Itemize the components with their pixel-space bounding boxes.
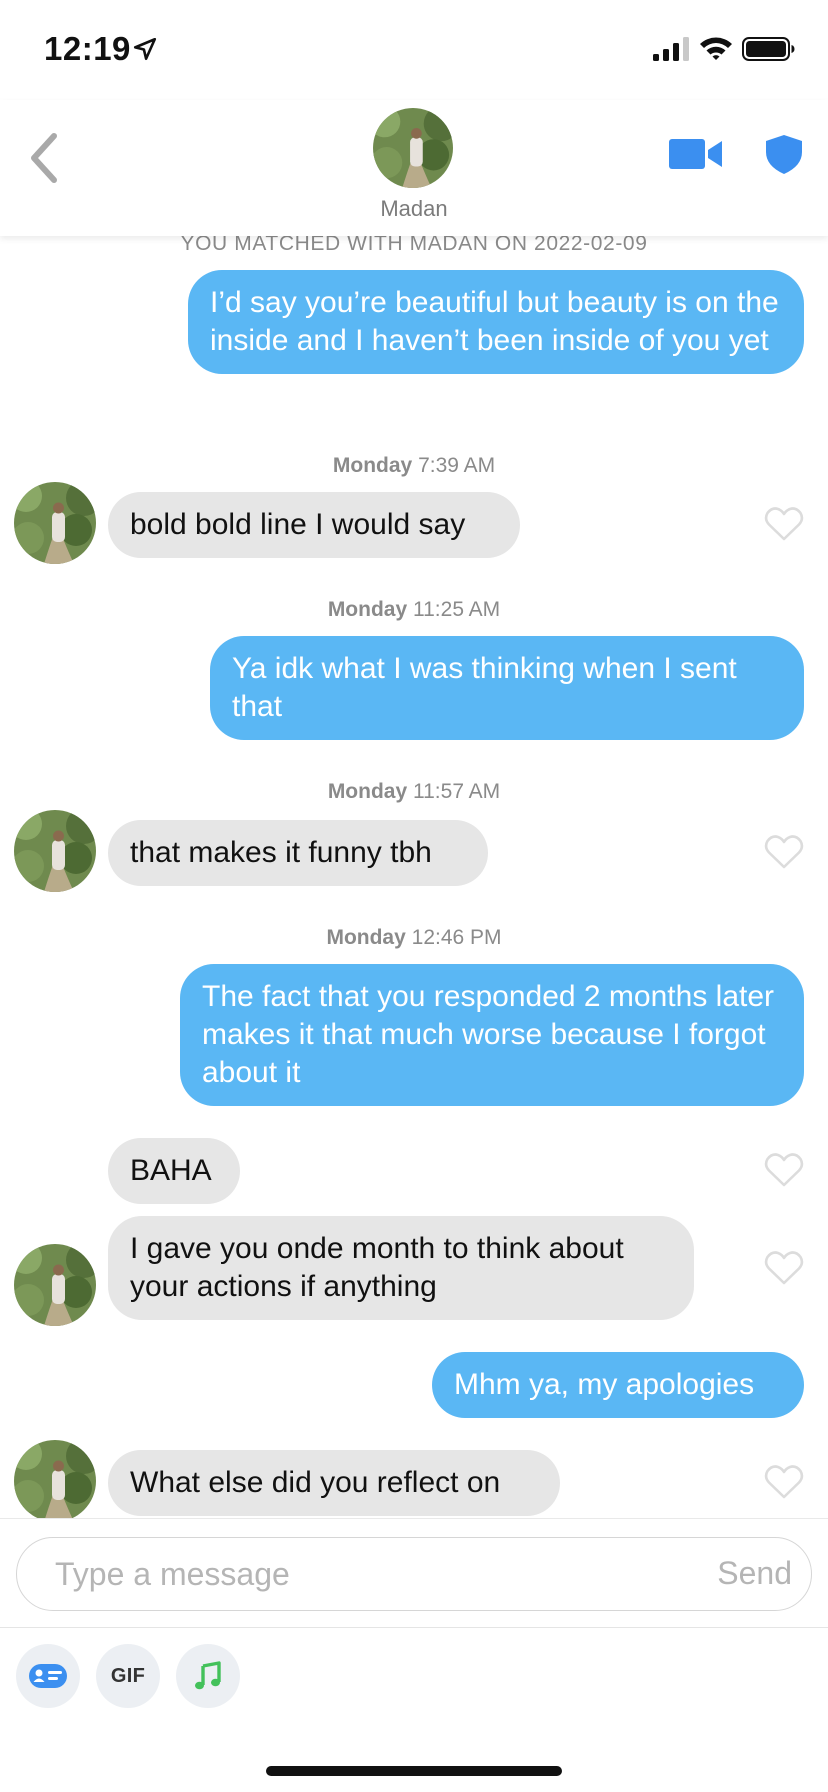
avatar-photo-icon: [14, 482, 96, 564]
incoming-message[interactable]: that makes it funny tbh: [108, 820, 488, 886]
timestamp-day: Monday: [327, 598, 408, 621]
chat-header: Madan: [0, 100, 828, 236]
sender-avatar[interactable]: [14, 1440, 96, 1518]
sender-avatar[interactable]: [14, 810, 96, 892]
match-name[interactable]: Madan: [0, 196, 828, 222]
battery-icon: [742, 37, 795, 61]
sender-avatar[interactable]: [14, 1244, 96, 1326]
incoming-message[interactable]: I gave you onde month to think about you…: [108, 1216, 694, 1320]
cellular-signal-icon: [653, 37, 689, 61]
match-avatar[interactable]: [373, 108, 453, 188]
incoming-message[interactable]: bold bold line I would say: [108, 492, 520, 558]
video-call-icon[interactable]: [668, 136, 724, 172]
wifi-icon: [700, 37, 732, 60]
avatar-photo-icon: [14, 1244, 96, 1326]
like-heart-icon[interactable]: [764, 506, 804, 542]
incoming-message[interactable]: BAHA: [108, 1138, 240, 1204]
gif-label: GIF: [110, 1664, 146, 1687]
timestamp-time: 11:25 AM: [413, 598, 501, 621]
avatar-photo-icon: [373, 108, 453, 188]
outgoing-message[interactable]: Ya idk what I was thinking when I sent t…: [210, 636, 804, 740]
incoming-message[interactable]: What else did you reflect on: [108, 1450, 560, 1516]
message-list[interactable]: YOU MATCHED WITH MADAN ON 2022-02-09 I’d…: [0, 236, 828, 1518]
gif-button[interactable]: GIF: [96, 1644, 160, 1708]
music-note-icon: [195, 1661, 221, 1690]
timestamp-time: 12:46 PM: [411, 926, 502, 949]
status-time: 12:19: [44, 30, 131, 67]
message-timestamp: Monday 7:39 AM: [0, 454, 828, 478]
like-heart-icon[interactable]: [764, 1464, 804, 1500]
like-heart-icon[interactable]: [764, 1152, 804, 1188]
id-card-icon: [29, 1664, 67, 1688]
timestamp-day: Monday: [326, 926, 406, 949]
timestamp-day: Monday: [327, 780, 408, 803]
timestamp-time: 11:57 AM: [413, 780, 501, 803]
match-notice: YOU MATCHED WITH MADAN ON 2022-02-09: [180, 236, 648, 255]
profile-card-button[interactable]: [16, 1644, 80, 1708]
timestamp-time: 7:39 AM: [418, 454, 496, 477]
avatar-photo-icon: [14, 1440, 96, 1518]
outgoing-message[interactable]: The fact that you responded 2 months lat…: [180, 964, 804, 1106]
safety-shield-icon[interactable]: [762, 132, 806, 176]
attachment-toolbar: GIF: [0, 1626, 828, 1726]
like-heart-icon[interactable]: [764, 834, 804, 870]
home-indicator[interactable]: [266, 1766, 562, 1776]
back-chevron-icon[interactable]: [26, 130, 62, 186]
message-timestamp: Monday 11:57 AM: [0, 780, 828, 804]
music-button[interactable]: [176, 1644, 240, 1708]
message-composer: Send: [0, 1518, 828, 1628]
send-button[interactable]: Send: [717, 1555, 792, 1592]
location-arrow-icon: [133, 37, 157, 61]
sender-avatar[interactable]: [14, 482, 96, 564]
timestamp-day: Monday: [332, 454, 413, 477]
outgoing-message[interactable]: Mhm ya, my apologies: [432, 1352, 804, 1418]
status-bar: 12:19: [0, 0, 828, 100]
outgoing-message[interactable]: I’d say you’re beautiful but beauty is o…: [188, 270, 804, 374]
message-timestamp: Monday 11:25 AM: [0, 598, 828, 622]
like-heart-icon[interactable]: [764, 1250, 804, 1286]
avatar-photo-icon: [14, 810, 96, 892]
message-input[interactable]: [16, 1537, 812, 1611]
message-timestamp: Monday 12:46 PM: [0, 926, 828, 950]
